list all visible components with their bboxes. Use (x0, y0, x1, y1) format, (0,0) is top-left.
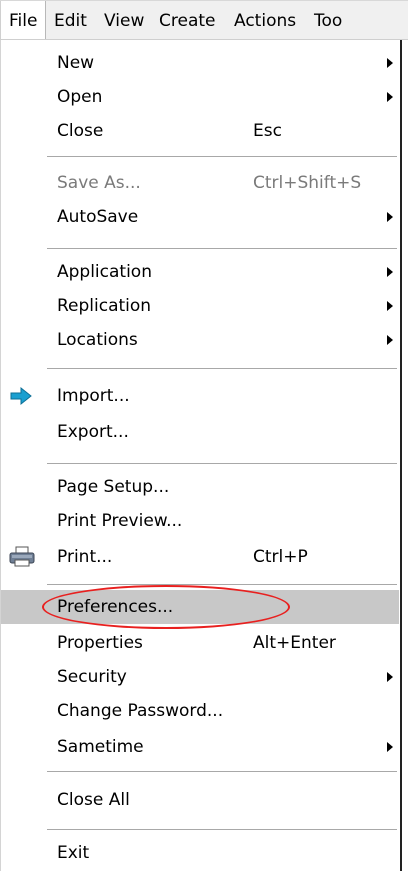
menu-item-print-preview[interactable]: Print Preview... (1, 504, 399, 538)
menu-bar: File Edit View Create Actions Too (0, 0, 408, 40)
menu-item-properties[interactable]: Properties Alt+Enter (1, 626, 399, 660)
menu-item-preferences[interactable]: Preferences... (1, 590, 399, 624)
menu-separator (47, 584, 397, 586)
submenu-arrow-icon (387, 92, 393, 102)
printer-icon (9, 546, 35, 568)
submenu-arrow-icon (387, 267, 393, 277)
menu-item-label: Properties (57, 633, 143, 653)
menu-item-label: AutoSave (57, 207, 139, 227)
import-arrow-icon (9, 385, 35, 407)
menu-separator (47, 156, 397, 158)
menu-item-page-setup[interactable]: Page Setup... (1, 470, 399, 504)
menu-separator (47, 463, 397, 465)
menu-item-label: Exit (57, 843, 90, 863)
menu-item-shortcut: Alt+Enter (253, 633, 336, 653)
menu-item-shortcut: Esc (253, 121, 282, 141)
menu-item-sametime[interactable]: Sametime (1, 730, 399, 764)
submenu-arrow-icon (387, 335, 393, 345)
menu-item-new[interactable]: New (1, 46, 399, 80)
notes-window: File Edit View Create Actions Too New Op… (0, 0, 408, 871)
menu-item-exit[interactable]: Exit (1, 836, 399, 870)
menu-separator (47, 368, 397, 370)
menu-item-label: Replication (57, 296, 152, 316)
menu-item-label: Save As... (57, 173, 141, 193)
menu-item-label: Sametime (57, 737, 144, 757)
menu-actions[interactable]: Actions (226, 1, 304, 39)
menu-item-security[interactable]: Security (1, 660, 399, 694)
menu-file[interactable]: File (0, 1, 47, 39)
menu-item-open[interactable]: Open (1, 80, 399, 114)
menu-item-label: Print... (57, 547, 113, 567)
menu-item-change-password[interactable]: Change Password... (1, 694, 399, 728)
menu-item-label: Page Setup... (57, 477, 170, 497)
menu-item-label: Application (57, 262, 152, 282)
menu-edit[interactable]: Edit (46, 1, 95, 39)
menu-item-close-all[interactable]: Close All (1, 783, 399, 817)
menu-separator (47, 248, 397, 250)
submenu-arrow-icon (387, 742, 393, 752)
menu-item-replication[interactable]: Replication (1, 289, 399, 323)
submenu-arrow-icon (387, 301, 393, 311)
menu-item-save-as: Save As... Ctrl+Shift+S (1, 166, 399, 200)
submenu-arrow-icon (387, 58, 393, 68)
menu-item-label: Change Password... (57, 701, 224, 721)
menu-separator (47, 771, 397, 773)
menu-item-label: Close (57, 121, 104, 141)
menu-item-print[interactable]: Print... Ctrl+P (1, 540, 399, 574)
file-menu-dropdown: New Open Close Esc Save As... Ctrl+Shift… (0, 40, 402, 871)
menu-item-label: Security (57, 667, 127, 687)
menu-item-label: Preferences... (57, 597, 174, 617)
menu-item-export[interactable]: Export... (1, 415, 399, 449)
menu-create[interactable]: Create (151, 1, 224, 39)
menu-item-label: Print Preview... (57, 511, 183, 531)
menu-item-label: Export... (57, 422, 129, 442)
menu-item-application[interactable]: Application (1, 255, 399, 289)
menu-item-label: Import... (57, 386, 130, 406)
menu-item-label: Close All (57, 790, 130, 810)
menu-item-shortcut: Ctrl+P (253, 547, 308, 567)
menu-item-autosave[interactable]: AutoSave (1, 200, 399, 234)
menu-item-label: Open (57, 87, 103, 107)
menu-item-shortcut: Ctrl+Shift+S (253, 173, 362, 193)
menu-view[interactable]: View (96, 1, 152, 39)
menu-tools[interactable]: Too (306, 1, 350, 39)
submenu-arrow-icon (387, 212, 393, 222)
submenu-arrow-icon (387, 672, 393, 682)
menu-item-locations[interactable]: Locations (1, 323, 399, 357)
menu-separator (47, 829, 397, 831)
menu-item-label: New (57, 53, 95, 73)
menu-item-label: Locations (57, 330, 138, 350)
menu-item-import[interactable]: Import... (1, 379, 399, 413)
menu-item-close[interactable]: Close Esc (1, 114, 399, 148)
